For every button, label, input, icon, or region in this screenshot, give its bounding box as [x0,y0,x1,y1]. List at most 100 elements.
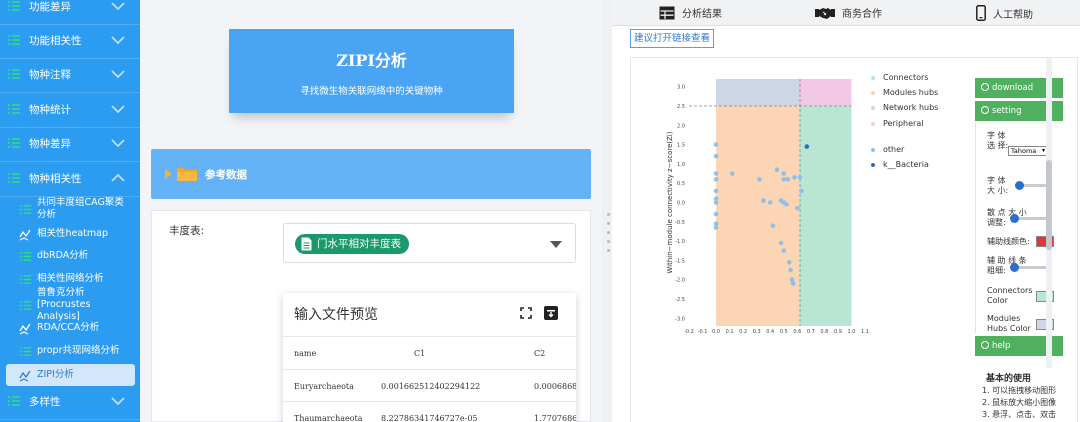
sidebar-subitem-1[interactable]: 相关性heatmap [0,224,140,244]
sidebar-item-6[interactable]: 多样性 [0,384,140,420]
font-select[interactable]: Tahoma ▾ [1008,146,1048,156]
chevron-up-icon [110,170,126,186]
x-tick-label: 0.3 [753,329,761,335]
y-tick-label: 3.0 [677,85,685,91]
abundance-tag: 门水平相对丰度表 [295,234,409,254]
settings-scrollbar[interactable] [1046,58,1052,368]
sidebar-item-label: 功能差异 [29,1,71,13]
gear-icon [981,106,989,114]
y-tick-label: -3.0 [675,316,685,322]
phone-icon [976,5,986,21]
sidebar-item-label: 多样性 [29,396,61,408]
data-point-other [781,171,787,176]
y-tick-label: 1.0 [677,162,685,168]
download-icon[interactable] [544,306,558,320]
network-icon [19,228,32,241]
data-point-other [713,142,719,147]
x-tick-label: 0.1 [726,329,734,335]
form-card: 丰度表: 门水平相对丰度表 输入文件预览 name C1 C2 Euryarch… [151,210,591,422]
y-tick-label: -1.5 [675,258,685,264]
legend-swatch [871,148,875,152]
x-tick-label: 0.5 [780,329,788,335]
sidebar-item-0[interactable]: 功能差异 [0,0,140,25]
open-link-button[interactable]: 建议打开链接查看 [630,29,715,48]
region-network-hubs [716,79,801,107]
modules-color-label: Modules Hubs Color [987,314,1031,333]
chevron-down-icon [110,135,126,151]
y-tick-label: -0.5 [675,220,685,226]
scrollbar-thumb[interactable] [1046,160,1052,250]
folder-icon [177,168,197,181]
sidebar-subitem-3[interactable]: 相关性网络分析 [0,269,140,289]
sidebar-subitem-2[interactable]: dbRDA分析 [0,246,140,266]
sidebar-subitem-5[interactable]: RDA/CCA分析 [0,318,140,338]
aux-color-label: 辅助线颜色: [987,237,1030,246]
data-point-other [713,171,719,176]
sidebar-subitem-7[interactable]: ZIPI分析 [6,364,135,386]
sidebar-subitem-6[interactable]: propr共现网络分析 [0,341,140,361]
sidebar-subitem-0[interactable]: 共同丰度组CAG聚类分析 [0,196,140,222]
list-icon [19,203,32,216]
point-size-slider[interactable] [1010,214,1051,223]
x-tick-label: 0.2 [739,329,747,335]
sidebar-subitem-label: RDA/CCA分析 [37,322,100,333]
data-point-other [781,248,787,254]
handshake-icon [815,7,835,19]
legend-label: Connectors [883,73,929,82]
fullscreen-icon[interactable] [520,307,532,319]
sidebar-item-3[interactable]: 物种统计 [0,92,140,128]
tab-help-label: 人工帮助 [993,9,1033,21]
tab-business[interactable]: 商务合作 [815,5,882,20]
slider-knob[interactable] [1010,263,1019,272]
x-tick-label: 1.1 [861,329,869,335]
tab-help[interactable]: 人工帮助 [976,5,1033,21]
region-connectors [800,106,852,326]
sidebar-item-1[interactable]: 功能相关性 [0,23,140,59]
basic-usage-title: 基本的使用 [986,374,1032,384]
table-cell: 0.0016625124022941​22 [381,382,481,391]
sidebar-subitem-label: ZIPI分析 [37,369,74,380]
basic-usage-item: 1. 可以拖拽移动图形 [982,386,1057,395]
y-tick-label: 2.5 [677,104,685,110]
data-point-other [757,177,762,182]
list-icon [7,102,21,116]
slider-knob[interactable] [1010,214,1019,223]
slider-knob[interactable] [1015,181,1024,190]
data-point-other [786,260,792,265]
file-preview-card: 输入文件预览 name C1 C2 Euryarchaeota 0.0016625124… [283,293,576,422]
data-point-other [797,175,803,180]
legend-swatch [871,76,875,80]
sidebar-item-5[interactable]: 物种相关性 [0,161,140,197]
sidebar-item-4[interactable]: 物种差异 [0,126,140,162]
x-tick-label: 0.7 [807,329,815,335]
table-cell: 0.00068681231809 [534,382,576,391]
chevron-down-icon [110,101,126,117]
list-icon [19,345,32,358]
list-icon [7,33,21,47]
chevron-down-icon [110,393,126,409]
data-point-other [770,223,776,228]
tab-analysis-result[interactable]: 分析结果 [659,5,722,20]
sidebar-subitem-label: dbRDA分析 [37,250,89,261]
data-point-other [788,267,793,273]
sidebar-item-label: 功能相关性 [29,35,82,47]
abundance-select[interactable]: 门水平相对丰度表 [283,223,576,263]
preview-title: 输入文件预览 [294,307,378,323]
sidebar-item-2[interactable]: 物种注释 [0,57,140,93]
list-icon [19,250,32,263]
data-point-bacteria [804,144,810,149]
sidebar-subitem-label: propr共现网络分析 [37,345,120,356]
sidebar-subitem-label: 共同丰度组CAG聚类分析 [37,197,124,220]
network-icon [19,369,32,382]
aux-width-slider[interactable] [1010,263,1051,272]
reference-data-bar[interactable]: 参考数据 [151,149,591,199]
legend-swatch [871,106,875,110]
data-point-other [774,167,780,172]
sidebar-subitem-4[interactable]: 普鲁克分析[Procrustes Analysis] [0,287,140,322]
data-point-other [761,198,766,203]
page-title: ZIPI分析 [336,51,407,70]
data-point-other [713,153,719,159]
panel-resizer[interactable] [602,0,612,422]
abundance-label: 丰度表: [169,225,205,237]
chevron-down-icon [110,0,126,14]
